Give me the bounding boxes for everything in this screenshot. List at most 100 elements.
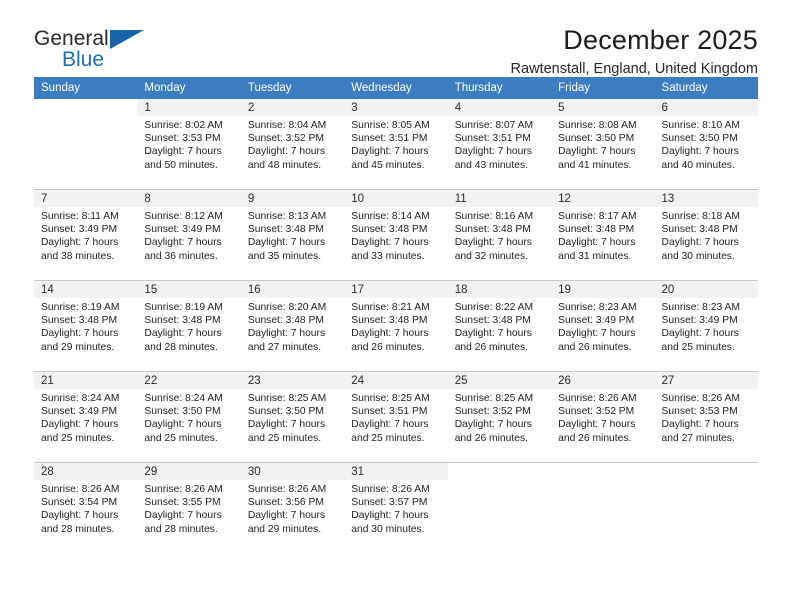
day-cell[interactable]: 24 Sunrise: 8:25 AM Sunset: 3:51 PM Dayligh… <box>344 372 448 462</box>
day-cell[interactable]: 21 Sunrise: 8:24 AM Sunset: 3:49 PM Dayligh… <box>34 372 138 462</box>
sunset-text: Sunset: 3:48 PM <box>144 315 221 327</box>
day-number <box>655 463 758 480</box>
sunset-text: Sunset: 3:54 PM <box>41 497 118 509</box>
day-cell[interactable]: 12 Sunrise: 8:17 AM Sunset: 3:48 PM Dayligh… <box>551 190 655 280</box>
calendar-cell: 9 Sunrise: 8:13 AM Sunset: 3:48 PM Daylight… <box>240 189 345 281</box>
daylight-text-line2: and 36 minutes. <box>144 250 218 262</box>
daylight-text-line2: and 26 minutes. <box>558 432 632 444</box>
daylight-text-line1: Daylight: 7 hours <box>351 419 429 431</box>
day-cell[interactable]: 31 Sunrise: 8:26 AM Sunset: 3:57 PM Dayligh… <box>344 463 448 553</box>
day-cell[interactable]: 22 Sunrise: 8:24 AM Sunset: 3:50 PM Dayligh… <box>137 372 241 462</box>
day-cell[interactable]: 26 Sunrise: 8:26 AM Sunset: 3:52 PM Dayligh… <box>551 372 655 462</box>
daylight-text-line2: and 33 minutes. <box>351 250 425 262</box>
day-cell-empty <box>551 463 654 553</box>
daylight-text-line1: Daylight: 7 hours <box>41 419 119 431</box>
calendar-table: Sunday Monday Tuesday Wednesday Thursday… <box>34 77 758 553</box>
sunset-text: Sunset: 3:55 PM <box>144 497 221 509</box>
day-cell[interactable]: 18 Sunrise: 8:22 AM Sunset: 3:48 PM Dayligh… <box>447 281 552 371</box>
day-details: Sunrise: 8:10 AM Sunset: 3:50 PM Daylight:… <box>655 116 758 172</box>
day-cell[interactable]: 19 Sunrise: 8:23 AM Sunset: 3:49 PM Dayligh… <box>551 281 655 371</box>
sunrise-text: Sunrise: 8:22 AM <box>454 302 534 313</box>
day-cell[interactable]: 23 Sunrise: 8:25 AM Sunset: 3:50 PM Dayligh… <box>240 372 345 462</box>
daylight-text-line1: Daylight: 7 hours <box>41 237 119 249</box>
day-details: Sunrise: 8:23 AM Sunset: 3:49 PM Daylight:… <box>551 298 654 354</box>
day-cell[interactable]: 29 Sunrise: 8:26 AM Sunset: 3:55 PM Dayligh… <box>137 463 241 553</box>
day-details: Sunrise: 8:26 AM Sunset: 3:55 PM Daylight:… <box>137 480 240 536</box>
day-cell[interactable]: 13 Sunrise: 8:18 AM Sunset: 3:48 PM Dayligh… <box>654 190 758 280</box>
day-cell[interactable]: 9 Sunrise: 8:13 AM Sunset: 3:48 PM Daylight… <box>240 190 345 280</box>
calendar-cell: 5 Sunrise: 8:08 AM Sunset: 3:50 PM Daylight… <box>551 99 655 190</box>
day-cell[interactable]: 1 Sunrise: 8:02 AM Sunset: 3:53 PM Daylight… <box>137 99 241 189</box>
day-cell[interactable]: 2 Sunrise: 8:04 AM Sunset: 3:52 PM Daylight… <box>240 99 345 189</box>
daylight-text-line1: Daylight: 7 hours <box>351 328 429 340</box>
sunset-text: Sunset: 3:57 PM <box>351 497 428 509</box>
calendar-cell <box>447 462 552 553</box>
daylight-text-line2: and 28 minutes. <box>144 523 218 535</box>
day-cell[interactable]: 4 Sunrise: 8:07 AM Sunset: 3:51 PM Daylight… <box>447 99 552 189</box>
day-number: 21 <box>34 372 138 389</box>
day-cell[interactable]: 27 Sunrise: 8:26 AM Sunset: 3:53 PM Dayligh… <box>654 372 758 462</box>
daylight-text-line2: and 25 minutes. <box>351 432 425 444</box>
day-details: Sunrise: 8:26 AM Sunset: 3:57 PM Daylight:… <box>344 480 447 536</box>
day-number: 31 <box>344 463 448 480</box>
day-details: Sunrise: 8:02 AM Sunset: 3:53 PM Daylight:… <box>137 116 240 172</box>
day-number: 11 <box>447 190 552 207</box>
day-cell[interactable]: 16 Sunrise: 8:20 AM Sunset: 3:48 PM Dayligh… <box>240 281 345 371</box>
daylight-text-line2: and 28 minutes. <box>41 523 115 535</box>
day-number: 13 <box>654 190 758 207</box>
calendar-cell: 15 Sunrise: 8:19 AM Sunset: 3:48 PM Dayligh… <box>137 280 241 372</box>
daylight-text-line1: Daylight: 7 hours <box>558 419 636 431</box>
day-cell[interactable]: 14 Sunrise: 8:19 AM Sunset: 3:48 PM Dayligh… <box>34 281 138 371</box>
brand-name-general: General <box>34 27 109 50</box>
daylight-text-line2: and 41 minutes. <box>558 159 632 171</box>
calendar-week-row: 28 Sunrise: 8:26 AM Sunset: 3:54 PM Dayligh… <box>34 462 758 553</box>
calendar-cell: 30 Sunrise: 8:26 AM Sunset: 3:56 PM Dayligh… <box>240 462 345 553</box>
day-number: 7 <box>34 190 138 207</box>
day-cell[interactable]: 15 Sunrise: 8:19 AM Sunset: 3:48 PM Dayligh… <box>137 281 241 371</box>
page-header: General Blue December 2025 Rawtenstall, … <box>34 0 758 77</box>
sunrise-text: Sunrise: 8:24 AM <box>144 393 223 404</box>
sunrise-text: Sunrise: 8:26 AM <box>558 393 637 404</box>
sunrise-text: Sunrise: 8:25 AM <box>351 393 430 404</box>
calendar-cell: 19 Sunrise: 8:23 AM Sunset: 3:49 PM Dayligh… <box>551 280 655 372</box>
day-cell[interactable]: 8 Sunrise: 8:12 AM Sunset: 3:49 PM Daylight… <box>137 190 241 280</box>
day-details: Sunrise: 8:17 AM Sunset: 3:48 PM Daylight:… <box>551 207 654 263</box>
daylight-text-line2: and 26 minutes. <box>558 341 632 353</box>
day-cell[interactable]: 11 Sunrise: 8:16 AM Sunset: 3:48 PM Dayligh… <box>447 190 552 280</box>
day-number <box>34 99 137 116</box>
calendar-cell: 29 Sunrise: 8:26 AM Sunset: 3:55 PM Dayligh… <box>137 462 241 553</box>
calendar-cell <box>34 99 137 190</box>
day-cell[interactable]: 7 Sunrise: 8:11 AM Sunset: 3:49 PM Daylight… <box>34 190 138 280</box>
day-cell[interactable]: 30 Sunrise: 8:26 AM Sunset: 3:56 PM Dayligh… <box>240 463 345 553</box>
day-cell[interactable]: 10 Sunrise: 8:14 AM Sunset: 3:48 PM Dayligh… <box>344 190 448 280</box>
day-number: 27 <box>654 372 758 389</box>
calendar-cell: 6 Sunrise: 8:10 AM Sunset: 3:50 PM Daylight… <box>654 99 758 190</box>
sunrise-text: Sunrise: 8:02 AM <box>144 120 223 131</box>
calendar-page: General Blue December 2025 Rawtenstall, … <box>0 0 792 612</box>
day-cell[interactable]: 3 Sunrise: 8:05 AM Sunset: 3:51 PM Daylight… <box>344 99 448 189</box>
sunset-text: Sunset: 3:50 PM <box>661 133 738 145</box>
calendar-cell: 16 Sunrise: 8:20 AM Sunset: 3:48 PM Dayligh… <box>240 280 345 372</box>
daylight-text-line2: and 43 minutes. <box>454 159 528 171</box>
day-cell[interactable]: 5 Sunrise: 8:08 AM Sunset: 3:50 PM Daylight… <box>551 99 655 189</box>
day-cell-empty <box>34 99 137 189</box>
day-number: 16 <box>240 281 345 298</box>
brand-logo[interactable]: General Blue <box>34 26 184 82</box>
day-number: 1 <box>137 99 241 116</box>
calendar-cell: 8 Sunrise: 8:12 AM Sunset: 3:49 PM Daylight… <box>137 189 241 281</box>
daylight-text-line2: and 32 minutes. <box>454 250 528 262</box>
daylight-text-line2: and 26 minutes. <box>454 432 528 444</box>
daylight-text-line2: and 35 minutes. <box>247 250 322 262</box>
day-cell[interactable]: 20 Sunrise: 8:23 AM Sunset: 3:49 PM Dayligh… <box>654 281 758 371</box>
daylight-text-line1: Daylight: 7 hours <box>144 146 222 158</box>
calendar-body: 1 Sunrise: 8:02 AM Sunset: 3:53 PM Daylight… <box>34 99 758 553</box>
sunrise-text: Sunrise: 8:11 AM <box>41 211 119 222</box>
day-cell[interactable]: 28 Sunrise: 8:26 AM Sunset: 3:54 PM Dayligh… <box>34 463 138 553</box>
triangle-icon <box>110 30 144 49</box>
day-cell[interactable]: 17 Sunrise: 8:21 AM Sunset: 3:48 PM Dayligh… <box>344 281 448 371</box>
day-cell[interactable]: 25 Sunrise: 8:25 AM Sunset: 3:52 PM Dayligh… <box>447 372 552 462</box>
day-number: 18 <box>447 281 552 298</box>
calendar-cell: 28 Sunrise: 8:26 AM Sunset: 3:54 PM Dayligh… <box>34 462 138 553</box>
sunrise-text: Sunrise: 8:23 AM <box>661 302 740 313</box>
day-cell[interactable]: 6 Sunrise: 8:10 AM Sunset: 3:50 PM Daylight… <box>654 99 758 189</box>
